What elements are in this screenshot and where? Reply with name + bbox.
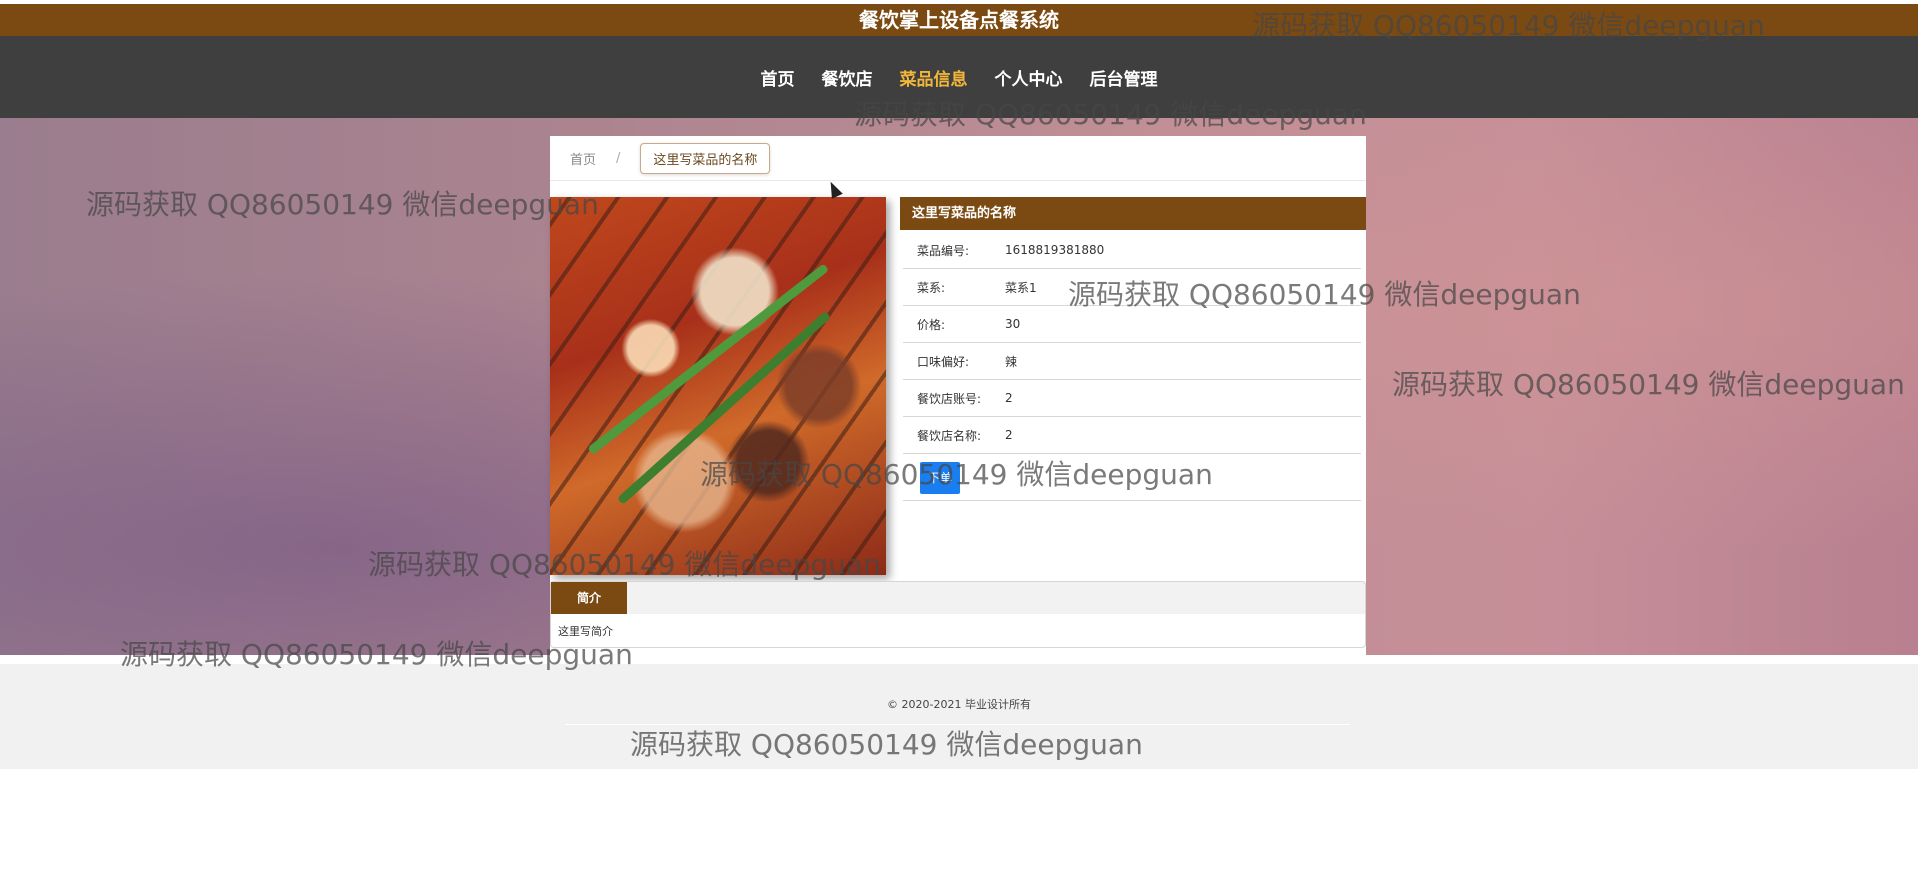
info-label: 餐饮店账号: bbox=[917, 391, 982, 406]
info-row-price: 价格: 30 bbox=[903, 306, 1361, 343]
info-row-dish-id: 菜品编号: 1618819381880 bbox=[903, 232, 1361, 269]
info-value: 1618819381880 bbox=[1005, 243, 1105, 257]
nav-item-admin[interactable]: 后台管理 bbox=[1090, 65, 1158, 90]
nav-item-dishes[interactable]: 菜品信息 bbox=[900, 65, 968, 90]
intro-content: 这里写简介 bbox=[558, 625, 613, 638]
footer-divider bbox=[565, 724, 1350, 725]
breadcrumb-home-link[interactable]: 首页 bbox=[570, 149, 596, 168]
dish-image bbox=[550, 197, 886, 575]
dish-title: 这里写菜品的名称 bbox=[900, 197, 1366, 230]
breadcrumb-current: 这里写菜品的名称 bbox=[640, 142, 771, 174]
info-label: 菜品编号: bbox=[917, 243, 970, 258]
footer bbox=[0, 664, 1918, 769]
info-value: 2 bbox=[1005, 428, 1013, 442]
site-title: 餐饮掌上设备点餐系统 bbox=[859, 8, 1059, 32]
info-row-taste: 口味偏好: 辣 bbox=[903, 343, 1361, 380]
nav-item-personal-center[interactable]: 个人中心 bbox=[995, 65, 1063, 90]
info-label: 菜系: bbox=[917, 280, 946, 295]
divider bbox=[903, 500, 1361, 501]
order-button[interactable]: 下单 bbox=[920, 462, 960, 494]
info-value: 2 bbox=[1005, 391, 1013, 405]
page: { "header": { "title": "餐饮掌上设备点餐系统" }, "… bbox=[0, 0, 1918, 890]
info-label: 餐饮店名称: bbox=[917, 428, 982, 443]
breadcrumb: 首页 / 这里写菜品的名称 bbox=[550, 136, 1366, 181]
info-row-restaurant-name: 餐饮店名称: 2 bbox=[903, 417, 1361, 454]
info-row-restaurant-account: 餐饮店账号: 2 bbox=[903, 380, 1361, 417]
info-label: 价格: bbox=[917, 317, 946, 332]
tab-intro[interactable]: 简介 bbox=[551, 582, 627, 614]
main-nav: 首页 餐饮店 菜品信息 个人中心 后台管理 bbox=[0, 36, 1918, 118]
nav-item-home[interactable]: 首页 bbox=[761, 65, 795, 90]
info-label: 口味偏好: bbox=[917, 354, 970, 369]
site-title-bar: 餐饮掌上设备点餐系统 bbox=[0, 4, 1918, 36]
nav-item-restaurants[interactable]: 餐饮店 bbox=[822, 65, 873, 90]
info-value: 辣 bbox=[1005, 354, 1018, 369]
footer-copyright: © 2020-2021 毕业设计所有 bbox=[887, 698, 1031, 711]
info-value: 菜系1 bbox=[1005, 280, 1037, 295]
tabs-header bbox=[550, 581, 1366, 614]
info-row-cuisine: 菜系: 菜系1 bbox=[903, 269, 1361, 306]
info-value: 30 bbox=[1005, 317, 1021, 331]
breadcrumb-separator: / bbox=[616, 150, 621, 166]
